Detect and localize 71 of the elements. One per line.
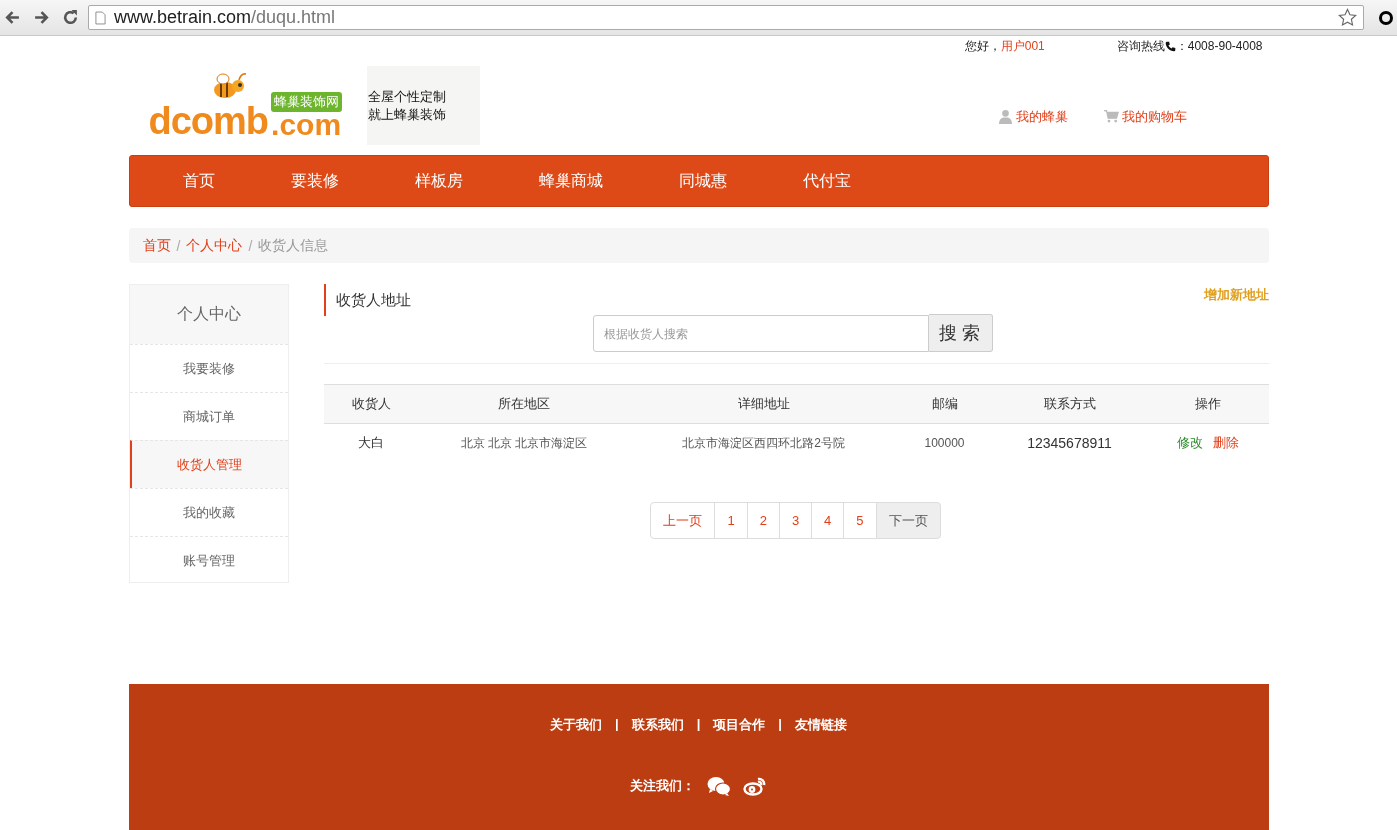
nav-link[interactable]: 首页	[182, 170, 215, 192]
footer-link[interactable]: 关于我们	[550, 716, 603, 734]
footer-separator: |	[696, 716, 701, 733]
column-header: 邮编	[897, 384, 992, 424]
column-header: 收货人	[323, 384, 419, 424]
sidebar-item[interactable]: 我要装修	[129, 344, 288, 392]
phone-icon	[1164, 40, 1176, 52]
pagination-link[interactable]: 3	[778, 502, 813, 539]
sidebar-title: 个人中心	[129, 285, 288, 344]
footer-link[interactable]: 友情链接	[794, 716, 847, 734]
logo-wordmark: dcomb	[148, 101, 269, 140]
nav-link[interactable]: 样板房	[414, 170, 463, 192]
sidebar-item[interactable]: 收货人管理	[129, 440, 288, 488]
table-cell: 北京市海淀区西四环北路2号院	[629, 423, 898, 462]
delete-link[interactable]: 删除	[1213, 435, 1239, 450]
logo-badge: 蜂巢装饰网	[271, 91, 343, 112]
column-header: 联系方式	[991, 384, 1148, 424]
edit-link[interactable]: 修改	[1177, 435, 1203, 450]
pagination-link[interactable]: 2	[746, 502, 780, 539]
user-link[interactable]: 用户001	[1000, 38, 1045, 53]
account-link[interactable]: 我的蜂巢	[1015, 107, 1068, 126]
footer-separator: |	[778, 716, 782, 733]
table-cell: 北京 北京 北京市海淀区	[418, 423, 630, 462]
nav-link[interactable]: 同城惠	[678, 170, 727, 192]
breadcrumb-link[interactable]: 个人中心	[186, 236, 243, 255]
footer-link[interactable]: 项目合作	[713, 716, 766, 734]
column-header: 操作	[1147, 384, 1269, 424]
nav-link[interactable]: 要装修	[290, 170, 339, 192]
star-icon[interactable]	[1338, 8, 1357, 27]
breadcrumb-link[interactable]: 首页	[142, 236, 171, 255]
pagination-link[interactable]: 4	[811, 502, 845, 539]
search-field[interactable]: 根据收货人搜索	[592, 315, 929, 352]
ring-icon[interactable]	[1378, 9, 1394, 26]
section-title: 收货人地址	[323, 284, 411, 316]
pagination-link[interactable]: 1	[714, 502, 748, 539]
address-bar[interactable]: www.betrain.com/duqu.html	[88, 5, 1364, 30]
sidebar-item[interactable]: 账号管理	[129, 536, 288, 584]
breadcrumb-separator: /	[176, 237, 181, 254]
cart-icon	[1103, 109, 1119, 124]
greeting-text: 您好，	[964, 38, 1001, 53]
wechat-icon[interactable]	[707, 776, 731, 796]
hotline-label: 咨询热线	[1116, 37, 1165, 55]
hotline-number: ：4008-90-4008	[1175, 37, 1263, 55]
reload-icon[interactable]	[62, 9, 79, 26]
sidebar-item[interactable]: 我的收藏	[129, 488, 288, 536]
weibo-icon[interactable]	[743, 776, 767, 796]
search-button[interactable]: 搜 索	[928, 314, 993, 352]
breadcrumb-current: 收货人信息	[258, 236, 329, 255]
logo-domain: .com	[271, 109, 342, 140]
footer-separator: |	[615, 716, 619, 733]
table-cell: 大白	[323, 423, 419, 462]
pagination-link[interactable]: 上一页	[650, 502, 716, 539]
cart-link[interactable]: 我的购物车	[1121, 107, 1187, 126]
breadcrumb-separator: /	[248, 237, 253, 254]
back-icon[interactable]	[4, 9, 21, 26]
nav-link[interactable]: 蜂巢商城	[538, 170, 603, 192]
add-address-link[interactable]: 增加新地址	[1203, 286, 1269, 304]
follow-label: 关注我们：	[630, 777, 695, 795]
column-header: 详细地址	[629, 384, 898, 424]
table-cell: 12345678911	[991, 423, 1148, 462]
slogan-line: 全屋个性定制	[367, 87, 447, 106]
nav-link[interactable]: 代付宝	[802, 170, 851, 192]
column-header: 所在地区	[418, 384, 630, 424]
pagination-link[interactable]: 下一页	[875, 502, 941, 539]
page-icon	[95, 10, 106, 25]
user-icon	[997, 109, 1013, 124]
url-text: www.betrain.com/duqu.html	[114, 7, 337, 28]
footer-link[interactable]: 联系我们	[631, 716, 684, 734]
forward-icon[interactable]	[33, 9, 50, 26]
table-cell: 100000	[897, 423, 992, 462]
slogan-line: 就上蜂巢装饰	[367, 105, 447, 124]
